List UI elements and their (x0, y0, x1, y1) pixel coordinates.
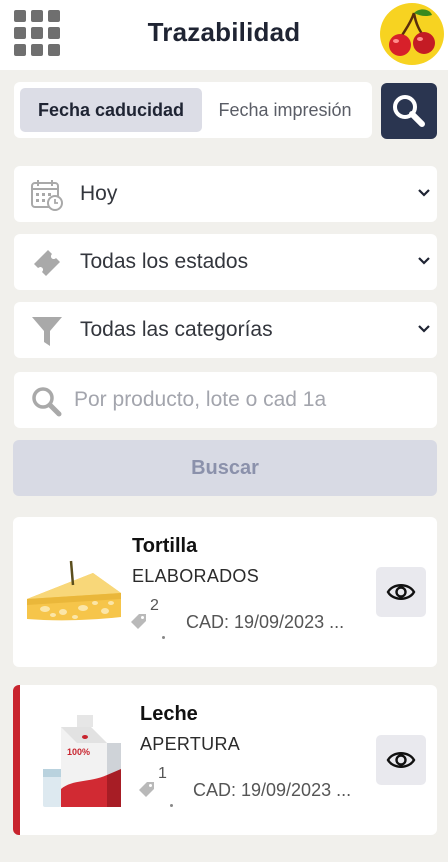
search-icon (393, 95, 425, 127)
view-details-button[interactable] (376, 567, 426, 617)
toggle-fecha-impresion[interactable]: Fecha impresión (204, 88, 366, 132)
toggle-fecha-caducidad[interactable]: Fecha caducidad (20, 88, 202, 132)
cheese-wedge-icon (27, 560, 121, 621)
ticket-icon (34, 250, 60, 276)
status-filter-value: Todas los estados (80, 250, 249, 273)
app-header: Trazabilidad (0, 0, 448, 70)
buscar-button[interactable]: Buscar (13, 440, 437, 496)
calendar-clock-icon (31, 180, 63, 211)
search-icon (32, 387, 62, 417)
product-search-field (14, 372, 437, 428)
carton-label: 100% (67, 747, 90, 757)
result-card[interactable]: Tortilla ELABORADOS 2 CAD: 19/09/2023 ..… (13, 517, 437, 667)
tag-icon (131, 614, 146, 629)
search-button[interactable] (381, 83, 437, 139)
product-search-input[interactable] (74, 380, 424, 420)
date-filter-value: Hoy (80, 182, 118, 205)
product-category: APERTURA (140, 734, 241, 754)
tag-icon (139, 782, 154, 797)
eye-icon (386, 752, 416, 768)
separator-dot (162, 636, 165, 639)
chevron-down-icon (418, 257, 430, 265)
product-name: Leche (140, 703, 198, 725)
eye-icon (386, 584, 416, 600)
filter-funnel-icon (32, 317, 62, 346)
label-count: 1 (158, 765, 167, 782)
expiry-date: CAD: 19/09/2023 ... (186, 612, 345, 632)
date-filter-select[interactable]: Hoy (14, 166, 437, 222)
date-type-toggle: Fecha caducidad Fecha impresión (14, 82, 372, 138)
view-details-button[interactable] (376, 735, 426, 785)
separator-dot (170, 804, 173, 807)
status-filter-select[interactable]: Todas los estados (14, 234, 437, 290)
product-category: ELABORADOS (132, 566, 260, 586)
chevron-down-icon (418, 325, 430, 333)
result-card[interactable]: 100% Leche APERTURA 1 CAD: 19/09/2023 ..… (13, 685, 437, 835)
category-filter-value: Todas las categorías (80, 318, 273, 341)
milk-carton-icon: 100% (43, 715, 121, 807)
chevron-down-icon (418, 189, 430, 197)
avatar[interactable] (380, 3, 444, 65)
category-filter-select[interactable]: Todas las categorías (14, 302, 437, 358)
expiry-date: CAD: 19/09/2023 ... (193, 780, 352, 800)
label-count: 2 (150, 597, 159, 614)
alert-stripe (13, 685, 20, 835)
product-name: Tortilla (132, 535, 198, 557)
cherries-icon (389, 9, 435, 56)
